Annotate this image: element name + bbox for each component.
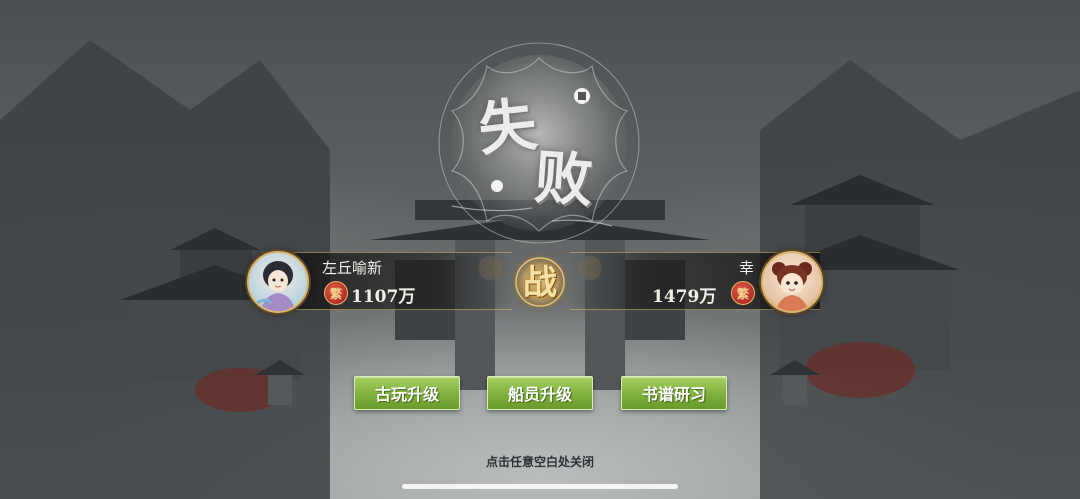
home-indicator-bar[interactable] <box>402 484 678 489</box>
child-character-portrait-icon <box>772 262 812 311</box>
battle-label: 战 <box>523 263 557 303</box>
player-left-avatar[interactable] <box>247 251 309 313</box>
player-left-name: 左丘喻新 <box>322 259 383 277</box>
female-character-portrait-icon <box>256 261 295 311</box>
close-hint-text: 点击任意空白处关闭 <box>485 455 594 469</box>
player-right-avatar[interactable] <box>761 251 823 313</box>
crew-upgrade-button[interactable]: 船员升级 <box>487 376 593 410</box>
book-study-button[interactable]: 书谱研习 <box>621 376 727 410</box>
player-right-name: 幸 <box>739 259 755 277</box>
player-left-power: 1107万 <box>351 287 416 307</box>
power-seal-icon: 繁 <box>324 281 348 305</box>
battle-result-screen[interactable]: 失 败 左丘喻新 繁 1107万 战 幸 1479万 繁 古玩升级 船员升级 书… <box>0 0 1080 499</box>
player-right-power: 1479万 <box>652 287 717 307</box>
antique-upgrade-button[interactable]: 古玩升级 <box>354 376 460 410</box>
defeat-title-char-1: 失 <box>475 90 540 164</box>
defeat-title-char-2: 败 <box>532 143 595 215</box>
power-seal-icon: 繁 <box>731 281 755 305</box>
